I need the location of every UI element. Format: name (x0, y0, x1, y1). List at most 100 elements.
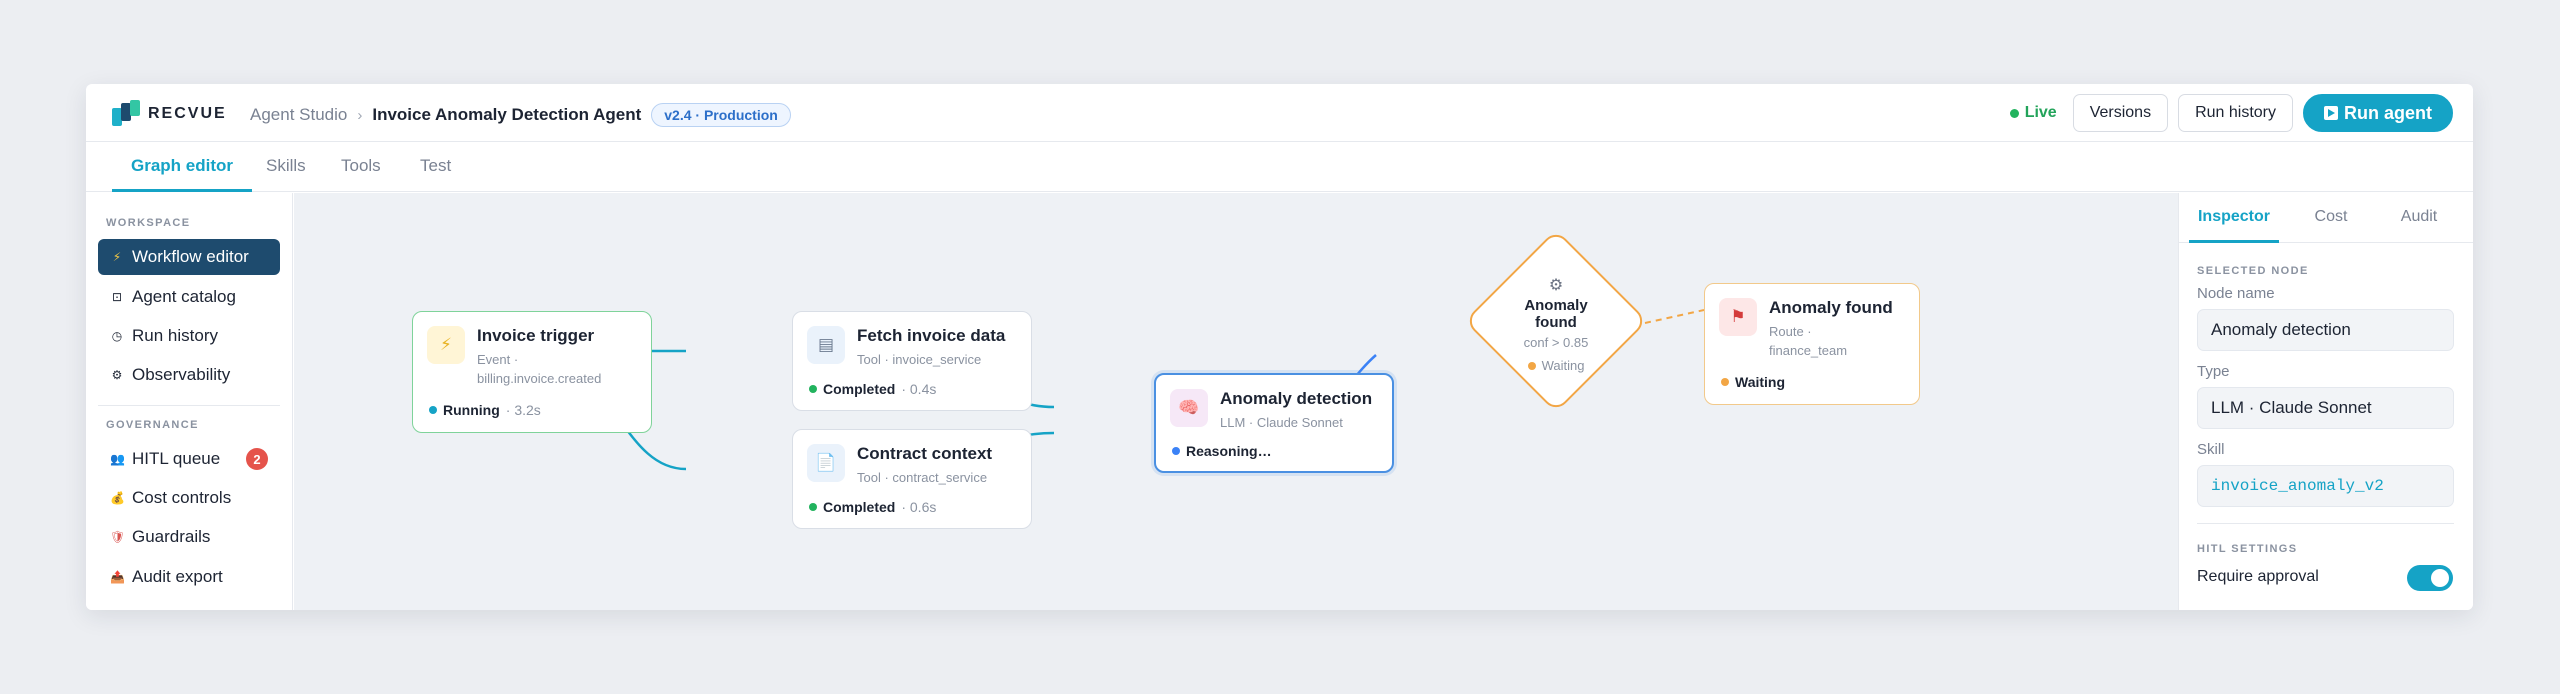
lightning-icon: ⚡ (112, 250, 122, 264)
require-approval-label: Require approval (2197, 568, 2319, 585)
sidebar-item-audit-export[interactable]: 📤 Audit export (98, 559, 280, 595)
node-subtitle: LLM · Claude Sonnet (1220, 415, 1343, 430)
hitl-settings-title: HITL SETTINGS (2197, 543, 2298, 555)
live-status: Live (2009, 104, 2057, 122)
tab-cost[interactable]: Cost (2291, 193, 2371, 243)
node-contract-context[interactable]: 📄 Contract context Tool · contract_servi… (792, 429, 1032, 529)
node-anomaly-found-route[interactable]: ⚑ Anomaly found Route · finance_team Wai… (1704, 283, 1920, 405)
node-fetch-invoice-data[interactable]: ▤ Fetch invoice data Tool · invoice_serv… (792, 311, 1032, 411)
node-title: Contract context (857, 444, 993, 463)
decision-title-line: Anomaly (1524, 297, 1588, 314)
node-anomaly-detection[interactable]: 🧠 Anomaly detection LLM · Claude Sonnet … (1154, 373, 1394, 473)
tab-inspector[interactable]: Inspector (2189, 193, 2279, 243)
sidebar-item-guardrails[interactable]: 🛡 Guardrails (98, 519, 280, 555)
breadcrumb: Agent Studio › Invoice Anomaly Detection… (250, 103, 791, 127)
graph-canvas[interactable]: ⚡ Invoice trigger Event · billing.invoic… (294, 193, 2178, 610)
sidebar-item-workflow-editor[interactable]: ⚡ Workflow editor (98, 239, 280, 275)
hitl-count-badge: 2 (246, 448, 268, 470)
node-subtitle: Tool · invoice_service (857, 352, 982, 367)
node-title: Fetch invoice data (857, 326, 1006, 345)
editor-tabs: Graph editor Skills Tools Test (86, 142, 2473, 192)
gear-icon: ⚙ (111, 368, 123, 382)
header-actions: Live Versions Run history Run agent (2009, 94, 2453, 132)
require-approval-toggle[interactable] (2407, 565, 2453, 591)
status-label: Waiting (1735, 374, 1786, 390)
run-agent-button[interactable]: Run agent (2303, 94, 2453, 132)
sidebar-item-label: HITL queue (132, 449, 221, 468)
live-dot-icon (2009, 108, 2019, 118)
breadcrumb-parent[interactable]: Agent Studio (250, 105, 347, 125)
sidebar-item-run-history[interactable]: ◷ Run history (98, 318, 280, 354)
inspector-panel: Inspector Cost Audit SELECTED NODE Node … (2178, 193, 2473, 610)
status-time: · 0.6s (901, 499, 937, 515)
tab-skills[interactable]: Skills (266, 142, 306, 192)
run-history-button[interactable]: Run history (2178, 94, 2293, 132)
tab-audit[interactable]: Audit (2379, 193, 2459, 243)
versions-button[interactable]: Versions (2072, 94, 2169, 132)
tab-tools[interactable]: Tools (341, 142, 381, 192)
top-header: RECVUE Agent Studio › Invoice Anomaly De… (86, 84, 2473, 142)
status-time: · 0.4s (901, 381, 937, 397)
node-status: Running · 3.2s (429, 402, 541, 418)
node-invoice-trigger[interactable]: ⚡ Invoice trigger Event · billing.invoic… (412, 311, 652, 433)
clock-icon: ◷ (111, 329, 123, 343)
node-status: Waiting (1721, 374, 1785, 390)
decision-content: ⚙ Anomaly found conf > 0.85 Waiting (1481, 275, 1631, 373)
status-dot-icon (1172, 447, 1180, 455)
sidebar-item-label: Audit export (132, 567, 223, 586)
play-icon (2324, 106, 2338, 120)
people-icon: 👥 (110, 452, 125, 466)
brand-name: RECVUE (148, 105, 227, 122)
sidebar-item-label: Observability (132, 365, 231, 384)
node-subtitle: Tool · contract_service (857, 470, 988, 485)
status-label: Waiting (1541, 358, 1585, 373)
inspector-divider (2197, 523, 2454, 524)
status-label: Running (443, 402, 500, 418)
brand-logo[interactable]: RECVUE (112, 100, 227, 128)
node-title: Anomaly found (1769, 298, 1893, 317)
selected-node-title: SELECTED NODE (2197, 265, 2309, 277)
page-title: Invoice Anomaly Detection Agent (372, 105, 642, 124)
inspector-tabs: Inspector Cost Audit (2179, 193, 2473, 243)
status-label: Reasoning… (1186, 443, 1272, 459)
skill-label: Skill (2197, 441, 2225, 458)
sidebar-divider (98, 405, 280, 406)
live-label: Live (2024, 104, 2057, 121)
sidebar-item-hitl-queue[interactable]: 👥 HITL queue 2 (98, 441, 280, 477)
sidebar-item-agent-catalog[interactable]: ⊡ Agent catalog (98, 279, 280, 315)
status-dot-icon (809, 385, 817, 393)
sidebar-item-label: Guardrails (132, 527, 211, 546)
status-dot-icon (1527, 361, 1536, 370)
recvue-logo-icon (112, 100, 142, 128)
node-name-label: Node name (2197, 285, 2275, 302)
database-icon: ▤ (807, 326, 845, 364)
sidebar-item-label: Cost controls (132, 488, 232, 507)
workspace-section-title: WORKSPACE (106, 217, 191, 229)
flag-icon: ⚑ (1719, 298, 1757, 336)
status-label: Completed (823, 499, 896, 515)
node-title: Anomaly detection (1220, 389, 1373, 408)
tab-test[interactable]: Test (420, 142, 451, 192)
status-dot-icon (1721, 378, 1729, 386)
governance-section-title: GOVERNANCE (106, 419, 199, 431)
node-status: Completed · 0.6s (809, 499, 936, 515)
node-name-field[interactable]: Anomaly detection (2197, 309, 2454, 351)
tab-graph-editor[interactable]: Graph editor (112, 142, 252, 192)
node-subtitle-line: Route · (1769, 324, 1812, 339)
status-dot-icon (429, 406, 437, 414)
lightning-icon: ⚡ (427, 326, 465, 364)
node-subtitle: Event · billing.invoice.created (477, 350, 601, 388)
version-badge: v2.4 · Production (651, 103, 791, 127)
sidebar-item-observability[interactable]: ⚙ Observability (98, 357, 280, 393)
app-window: RECVUE Agent Studio › Invoice Anomaly De… (86, 84, 2473, 610)
skill-field[interactable]: invoice_anomaly_v2 (2197, 465, 2454, 507)
decision-title: Anomaly found (1481, 297, 1631, 331)
sidebar-item-label: Agent catalog (132, 287, 236, 306)
type-field[interactable]: LLM · Claude Sonnet (2197, 387, 2454, 429)
node-subtitle-line: billing.invoice.created (477, 371, 602, 386)
export-icon: 📤 (110, 570, 125, 584)
shield-icon: 🛡 (110, 530, 126, 544)
document-icon: 📄 (807, 444, 845, 482)
sidebar-item-cost-controls[interactable]: 💰 Cost controls (98, 480, 280, 516)
brain-icon: 🧠 (1170, 389, 1208, 427)
